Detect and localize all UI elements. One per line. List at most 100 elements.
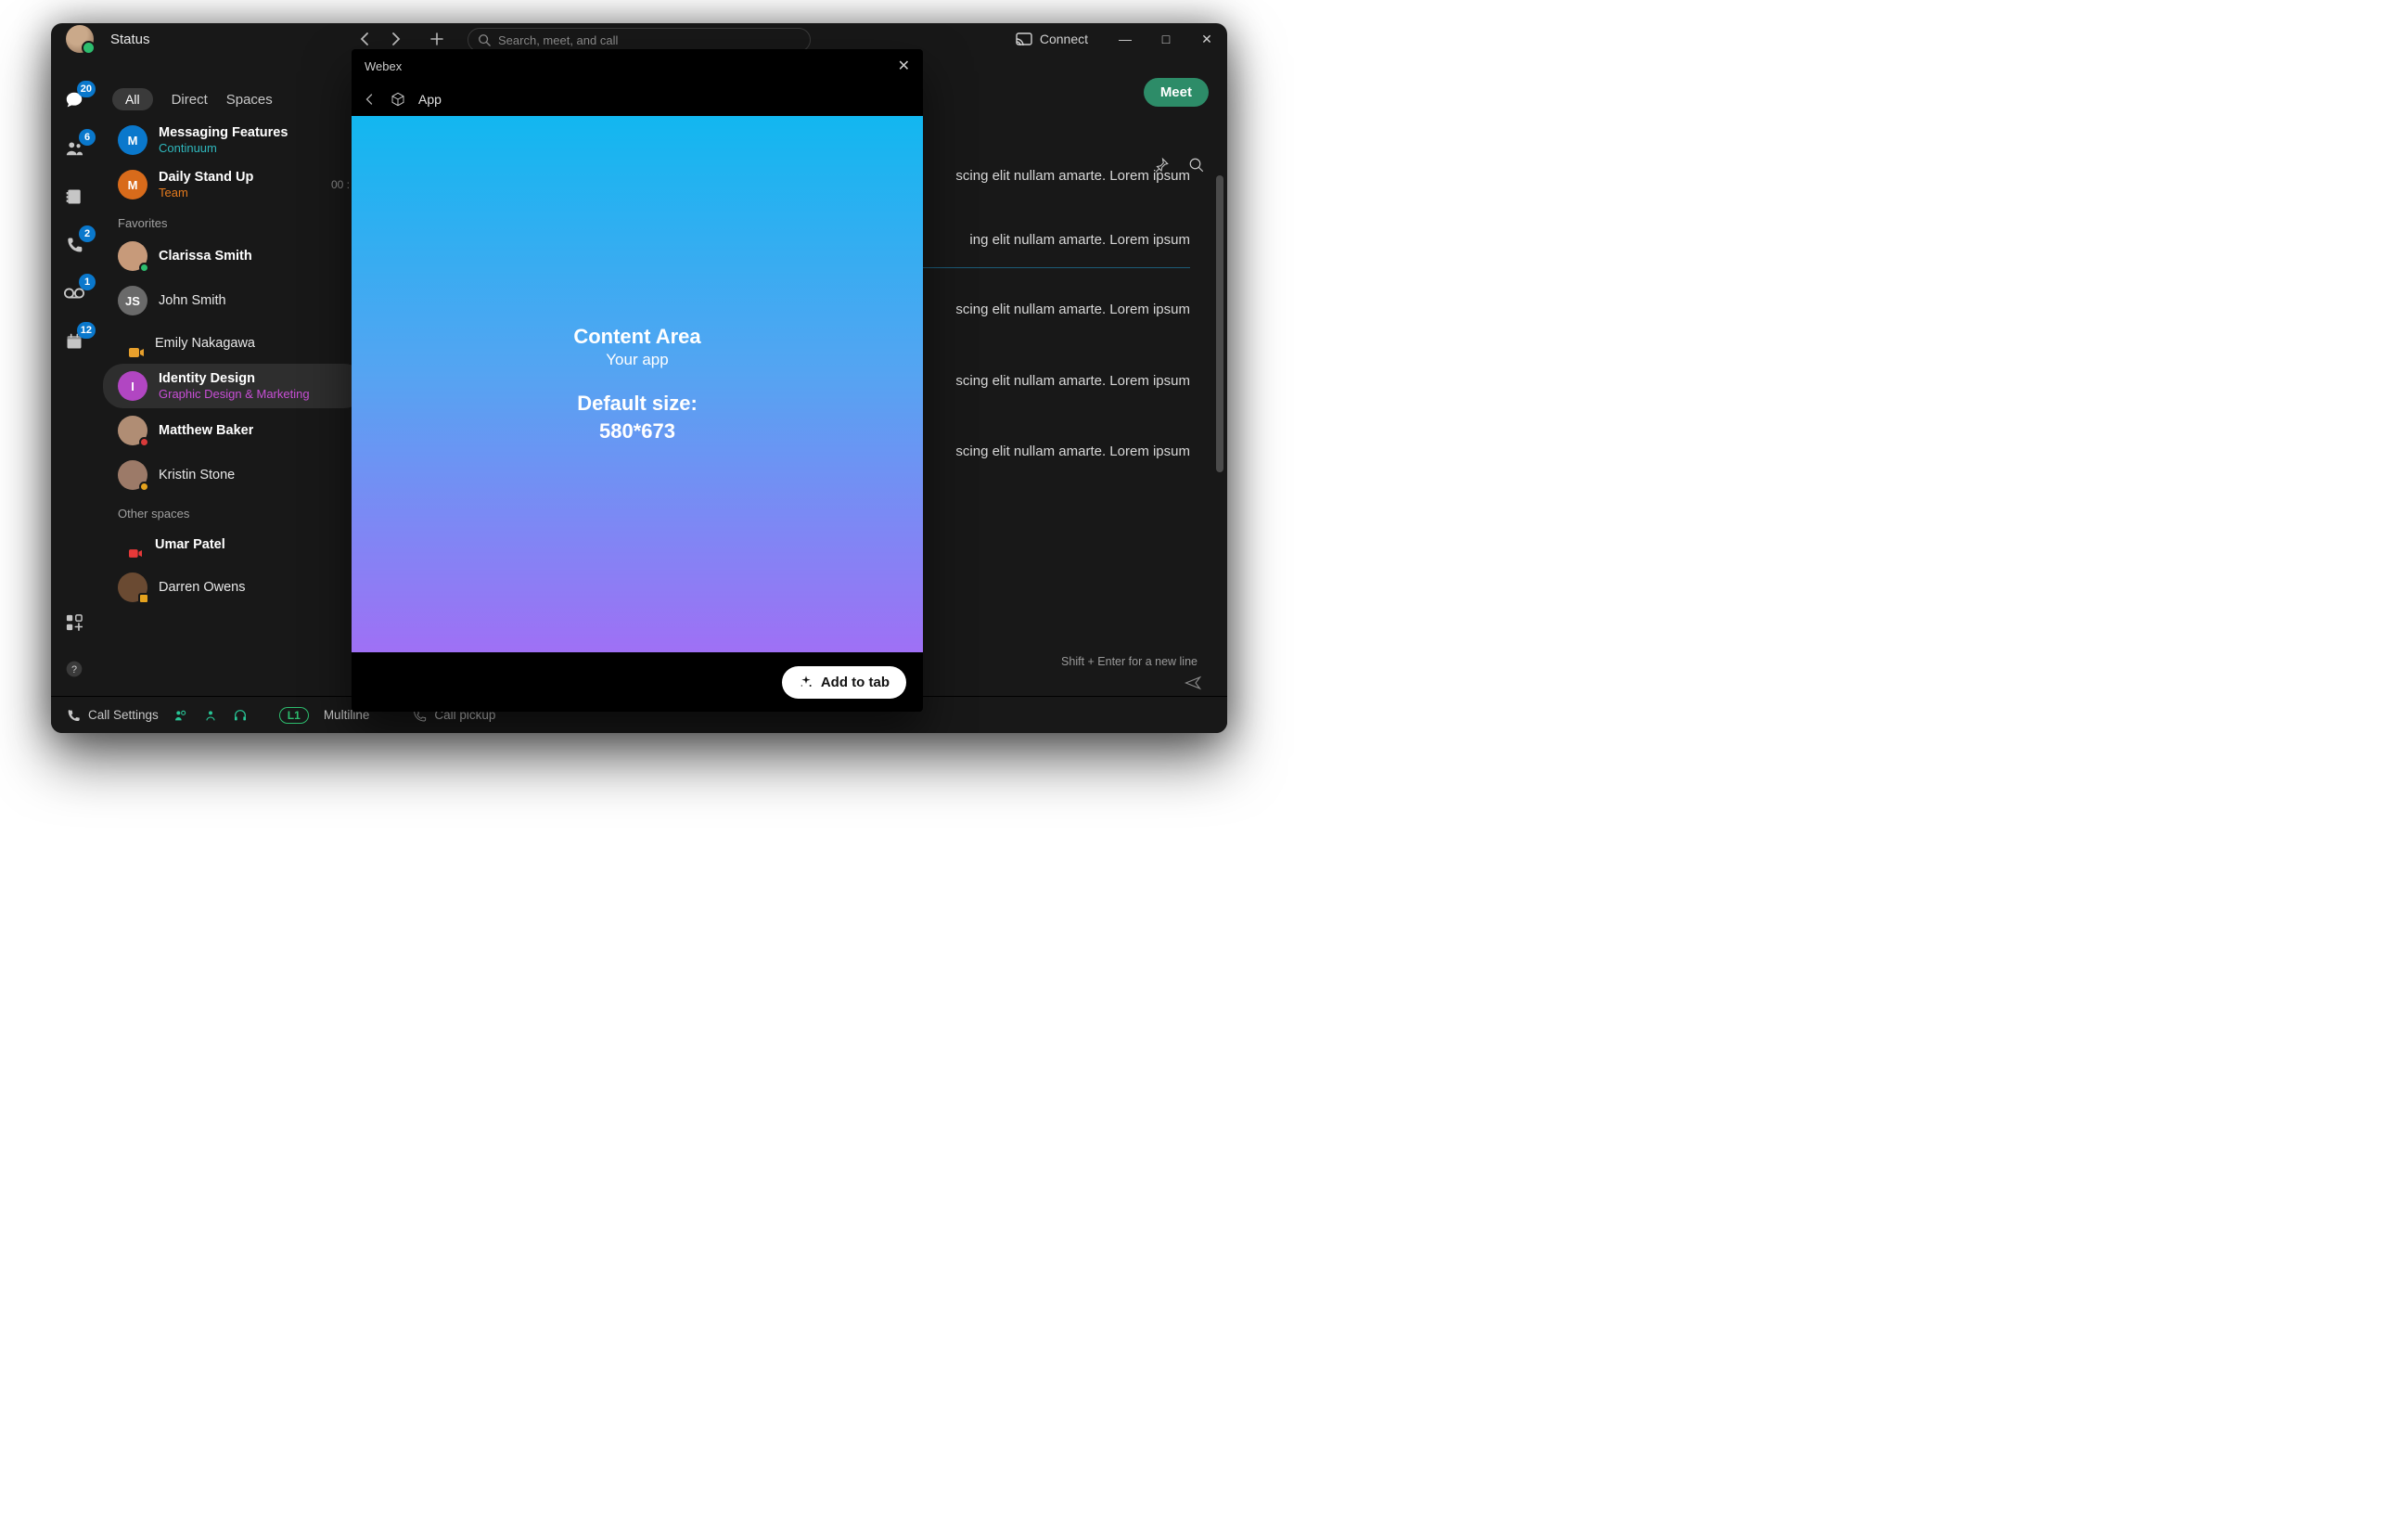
avatar	[118, 416, 147, 445]
modal-content-area: Content Area Your app Default size: 580*…	[352, 116, 923, 652]
rail-teams[interactable]: 6	[62, 136, 86, 161]
phone-gear-icon	[66, 708, 81, 723]
search-placeholder: Search, meet, and call	[498, 33, 618, 47]
line-badge[interactable]: L1	[279, 707, 309, 724]
sparkle-icon	[799, 675, 813, 689]
rail-voicemail[interactable]: 1	[62, 281, 86, 305]
row-title: Kristin Stone	[159, 468, 235, 482]
modal-close-button[interactable]: ✕	[898, 57, 910, 75]
lock-icon	[138, 593, 149, 604]
headset-icon[interactable]	[233, 708, 248, 723]
filter-direct[interactable]: Direct	[172, 92, 208, 108]
row-title: Emily Nakagawa	[155, 336, 255, 351]
section-other: Other spaces	[97, 497, 370, 524]
list-item[interactable]: Darren Owens	[103, 565, 365, 610]
list-item[interactable]: JS John Smith	[103, 278, 365, 323]
badge-messaging: 20	[77, 81, 96, 97]
status-label[interactable]: Status	[110, 32, 150, 47]
list-item[interactable]: M Daily Stand Up Team 00 :	[103, 162, 365, 207]
modal-back-icon[interactable]	[365, 94, 374, 105]
default-size-value: 580*673	[599, 419, 675, 444]
apps-icon	[66, 614, 83, 631]
help-icon: ?	[65, 660, 83, 678]
section-favorites: Favorites	[97, 207, 370, 234]
avatar	[118, 460, 147, 490]
history-nav	[359, 32, 402, 45]
row-title: Messaging Features	[159, 125, 288, 140]
hunt-group-icon[interactable]	[173, 708, 188, 723]
row-subtitle: Team	[159, 186, 253, 199]
default-size-label: Default size:	[577, 392, 698, 416]
sidebar: All Direct Spaces M Messaging Features C…	[97, 77, 370, 690]
rail-apps[interactable]	[62, 611, 86, 635]
filter-row: All Direct Spaces	[97, 81, 370, 118]
list-item[interactable]: Emily Nakagawa	[103, 323, 365, 364]
add-to-tab-label: Add to tab	[821, 675, 890, 690]
presence-icon	[139, 482, 149, 492]
list-item[interactable]: Umar Patel	[103, 524, 365, 565]
row-title: Darren Owens	[159, 580, 245, 595]
badge-teams: 6	[79, 129, 96, 146]
scroll-thumb[interactable]	[1216, 175, 1223, 472]
rail-messaging[interactable]: 20	[62, 88, 86, 112]
cast-icon	[1016, 32, 1032, 45]
list-item[interactable]: Clarissa Smith	[103, 234, 365, 278]
cube-icon	[391, 92, 405, 107]
connect-button[interactable]: Connect	[1016, 32, 1088, 46]
rail-calls[interactable]: 2	[62, 233, 86, 257]
list-item[interactable]: M Messaging Features Continuum	[103, 118, 365, 162]
avatar: JS	[118, 286, 147, 315]
filter-spaces[interactable]: Spaces	[226, 92, 273, 108]
call-settings-label: Call Settings	[88, 708, 159, 722]
call-settings-button[interactable]: Call Settings	[66, 708, 159, 723]
send-icon[interactable]	[1185, 675, 1201, 690]
nav-forward-icon[interactable]	[391, 32, 402, 45]
scrollbar[interactable]	[1216, 175, 1223, 598]
avatar: M	[118, 170, 147, 199]
modal-titlebar: Webex ✕	[352, 49, 923, 83]
row-time: 00 :	[331, 178, 350, 191]
row-subtitle: Graphic Design & Marketing	[159, 387, 310, 401]
maximize-button[interactable]: □	[1153, 32, 1179, 47]
content-subtitle: Your app	[606, 351, 668, 369]
rail-calendar[interactable]: 12	[62, 329, 86, 354]
content-title: Content Area	[573, 325, 700, 349]
connect-label: Connect	[1040, 32, 1088, 46]
row-title: Daily Stand Up	[159, 170, 253, 185]
badge-calls: 2	[79, 225, 96, 242]
modal-title: Webex	[365, 59, 402, 73]
list-item[interactable]: Matthew Baker	[103, 408, 365, 453]
row-title: Umar Patel	[155, 537, 225, 552]
rail-help[interactable]: ?	[62, 657, 86, 681]
badge-calendar: 12	[77, 322, 96, 339]
list-item[interactable]: Kristin Stone	[103, 453, 365, 497]
nav-back-icon[interactable]	[359, 32, 370, 45]
rail-contacts[interactable]	[62, 185, 86, 209]
self-avatar[interactable]	[66, 25, 94, 53]
nav-rail: 20 6 2 1 12	[51, 79, 97, 690]
presence-icon	[139, 263, 149, 273]
window-close-button[interactable]: ✕	[1194, 32, 1220, 47]
row-title: John Smith	[159, 293, 226, 308]
avatar: I	[118, 371, 147, 401]
new-button[interactable]	[429, 32, 444, 46]
filter-all[interactable]: All	[112, 88, 153, 110]
queue-icon[interactable]	[203, 708, 218, 723]
svg-text:?: ?	[71, 664, 77, 675]
recording-icon	[129, 548, 142, 559]
minimize-button[interactable]: —	[1112, 32, 1138, 47]
meet-button[interactable]: Meet	[1144, 78, 1209, 107]
avatar	[118, 241, 147, 271]
compose-hint: Shift + Enter for a new line	[1061, 655, 1198, 668]
conversation-list: M Messaging Features Continuum M Daily S…	[97, 118, 370, 610]
row-title: Clarissa Smith	[159, 249, 252, 264]
modal-footer: Add to tab	[352, 652, 923, 712]
avatar	[118, 330, 144, 356]
rail-bottom: ?	[51, 611, 97, 681]
avatar	[118, 532, 144, 558]
app-modal: Webex ✕ App Content Area Your app Defaul…	[352, 49, 923, 712]
list-item-selected[interactable]: I Identity Design Graphic Design & Marke…	[103, 364, 365, 408]
add-to-tab-button[interactable]: Add to tab	[782, 666, 906, 699]
row-title: Identity Design	[159, 371, 310, 386]
modal-app-label: App	[418, 92, 442, 107]
